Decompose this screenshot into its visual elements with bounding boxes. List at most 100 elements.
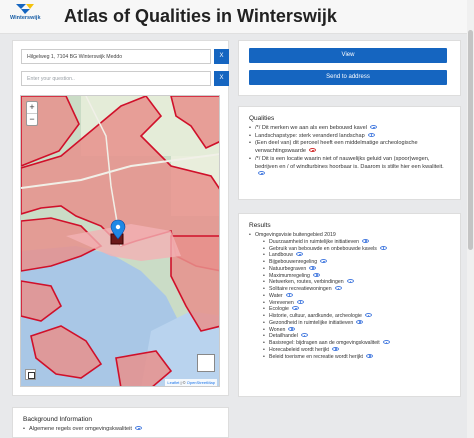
quality-text: /*/ Dit is een locatie waarin niet of na… bbox=[255, 155, 444, 170]
result-item-text: Gebruik van bebouwde en onbebouwde kavel… bbox=[269, 245, 377, 252]
eye-icon[interactable] bbox=[258, 171, 265, 176]
logo-text: Winterswijk bbox=[10, 15, 41, 21]
result-item-text: Water bbox=[269, 292, 283, 299]
background-item-text: Algemene regels over omgevingskwaliteit bbox=[29, 426, 132, 432]
eye-icon[interactable] bbox=[366, 353, 373, 358]
clear-address-button[interactable]: X bbox=[214, 49, 229, 64]
eye-icon[interactable] bbox=[369, 125, 377, 129]
result-item: Duurzaamheid in ruimtelijke initiatieven bbox=[263, 238, 450, 246]
eye-icon[interactable] bbox=[285, 292, 293, 297]
result-item-text: Gezondheid in ruimtelijke initiatieven bbox=[269, 319, 354, 326]
result-item: Historie, cultuur, aardkunde, archeologi… bbox=[263, 313, 450, 320]
search-map-panel: Hilgelweg 1, 7104 BG Winterswijk Meddo X… bbox=[12, 40, 229, 396]
leaflet-link[interactable]: Leaflet bbox=[167, 380, 179, 385]
eye-icon[interactable] bbox=[331, 346, 339, 351]
qualities-panel: Qualities /*/ Dit merken we aan als een … bbox=[238, 106, 461, 200]
page-scrollbar[interactable] bbox=[467, 0, 474, 438]
background-title: Background Information bbox=[23, 416, 93, 423]
result-item-text: Basisregel: bijdragen aan de omgevingskw… bbox=[269, 340, 380, 346]
clear-question-button[interactable]: X bbox=[214, 71, 229, 86]
result-item: Maximumregeling bbox=[263, 272, 450, 280]
result-item: Bijgebouwenregeling bbox=[263, 259, 450, 266]
background-item: Algemene regels over omgevingskwaliteit bbox=[23, 426, 218, 434]
result-item-text: Detailhandel bbox=[269, 333, 298, 340]
eye-icon[interactable] bbox=[296, 299, 304, 304]
result-item: Basisregel: bijdragen aan de omgevingskw… bbox=[263, 340, 450, 347]
result-item: Landbouw bbox=[263, 252, 450, 259]
quality-item: (Een deel van) dit perceel heeft een mid… bbox=[249, 140, 450, 155]
result-item-text: Beleid toerisme en recreatie wordt herij… bbox=[269, 353, 363, 360]
result-item: Ecologie bbox=[263, 306, 450, 313]
qualities-title: Qualities bbox=[249, 115, 275, 122]
result-item: Natuurbegraven bbox=[263, 265, 450, 273]
eye-icon[interactable] bbox=[309, 265, 317, 270]
eye-icon[interactable] bbox=[346, 279, 354, 284]
page-title: Atlas of Qualities in Winterswijk bbox=[64, 6, 337, 26]
result-item: Gezondheid in ruimtelijke initiatieven bbox=[263, 319, 450, 327]
result-item-text: Wonen bbox=[269, 326, 286, 333]
background-list: Algemene regels over omgevingskwaliteit bbox=[23, 426, 218, 434]
quality-item: Landschapstype: sterk veranderd landscha… bbox=[249, 132, 450, 141]
result-item-text: Verevenen bbox=[269, 299, 294, 306]
eye-icon[interactable] bbox=[291, 306, 299, 311]
eye-icon[interactable] bbox=[379, 245, 387, 250]
eye-icon[interactable] bbox=[364, 313, 372, 317]
eye-icon[interactable] bbox=[134, 426, 142, 430]
layer-toggle-button[interactable] bbox=[197, 354, 215, 372]
quality-item: /*/ Dit is een locatie waarin niet of na… bbox=[249, 156, 450, 179]
map-view[interactable]: + − Leaflet | © OpenStreetMap bbox=[20, 95, 220, 387]
osm-link[interactable]: OpenStreetMap bbox=[187, 380, 215, 385]
eye-icon[interactable] bbox=[382, 340, 390, 344]
results-group: Omgevingsvisie buitengebied 2019 Duurzaa… bbox=[249, 232, 450, 360]
result-item-text: Solitaire recreatiewoningen bbox=[269, 286, 332, 292]
eye-icon[interactable] bbox=[312, 272, 320, 277]
quality-text: (Een deel van) dit perceel heeft een mid… bbox=[255, 140, 418, 155]
eye-icon[interactable] bbox=[334, 286, 342, 290]
result-item-text: Historie, cultuur, aardkunde, archeologi… bbox=[269, 313, 362, 319]
eye-icon[interactable] bbox=[295, 252, 303, 257]
scrollbar-thumb[interactable] bbox=[468, 30, 473, 250]
eye-icon[interactable] bbox=[288, 326, 296, 331]
map-attribution: Leaflet | © OpenStreetMap bbox=[165, 379, 217, 386]
question-input[interactable]: Enter your question.. bbox=[21, 71, 211, 86]
send-to-address-button[interactable]: Send to address bbox=[249, 70, 447, 85]
result-item-text: Ecologie bbox=[269, 306, 289, 313]
zoom-out-button[interactable]: − bbox=[27, 114, 37, 126]
quality-text: /*/ Dit merken we aan als een bebouwd ka… bbox=[255, 125, 367, 131]
fullscreen-icon[interactable] bbox=[25, 369, 36, 380]
map-canvas bbox=[21, 96, 219, 386]
eye-icon[interactable] bbox=[361, 238, 369, 243]
result-item-text: Maximumregeling bbox=[269, 272, 310, 279]
zoom-in-button[interactable]: + bbox=[27, 102, 37, 114]
result-item-text: Netwerken, routes, verbindingen bbox=[269, 279, 344, 286]
results-group-label: Omgevingsvisie buitengebied 2019 bbox=[255, 232, 336, 238]
results-title: Results bbox=[249, 222, 271, 229]
eye-icon[interactable] bbox=[356, 319, 364, 324]
result-item: Water bbox=[263, 292, 450, 300]
result-item-text: Natuurbegraven bbox=[269, 265, 307, 272]
result-item-text: Horecabeleid wordt herijkt bbox=[269, 346, 329, 353]
result-item: Horecabeleid wordt herijkt bbox=[263, 346, 450, 354]
results-sublist: Duurzaamheid in ruimtelijke initiatieven… bbox=[255, 238, 450, 361]
eye-icon[interactable] bbox=[300, 333, 308, 338]
result-item: Wonen bbox=[263, 326, 450, 334]
view-button[interactable]: View bbox=[249, 48, 447, 63]
address-input[interactable]: Hilgelweg 1, 7104 BG Winterswijk Meddo bbox=[21, 49, 211, 64]
app-header: Winterswijk Atlas of Qualities in Winter… bbox=[0, 0, 474, 34]
eye-icon[interactable] bbox=[309, 148, 316, 153]
quality-item: /*/ Dit merken we aan als een bebouwd ka… bbox=[249, 125, 450, 133]
result-item: Netwerken, routes, verbindingen bbox=[263, 279, 450, 286]
quality-text: Landschapstype: sterk veranderd landscha… bbox=[255, 132, 365, 139]
background-panel: Background Information Algemene regels o… bbox=[12, 407, 229, 438]
result-item: Beleid toerisme en recreatie wordt herij… bbox=[263, 353, 450, 361]
result-item-text: Duurzaamheid in ruimtelijke initiatieven bbox=[269, 238, 359, 245]
eye-icon[interactable] bbox=[320, 259, 328, 263]
zoom-control: + − bbox=[26, 101, 38, 126]
result-item: Solitaire recreatiewoningen bbox=[263, 286, 450, 293]
attribution-separator: | © bbox=[179, 380, 187, 385]
result-item-text: Bijgebouwenregeling bbox=[269, 259, 318, 265]
result-item: Gebruik van bebouwde en onbebouwde kavel… bbox=[263, 245, 450, 253]
eye-icon[interactable] bbox=[367, 132, 375, 137]
results-panel: Results Omgevingsvisie buitengebied 2019… bbox=[238, 213, 461, 397]
result-item-text: Landbouw bbox=[269, 252, 293, 259]
